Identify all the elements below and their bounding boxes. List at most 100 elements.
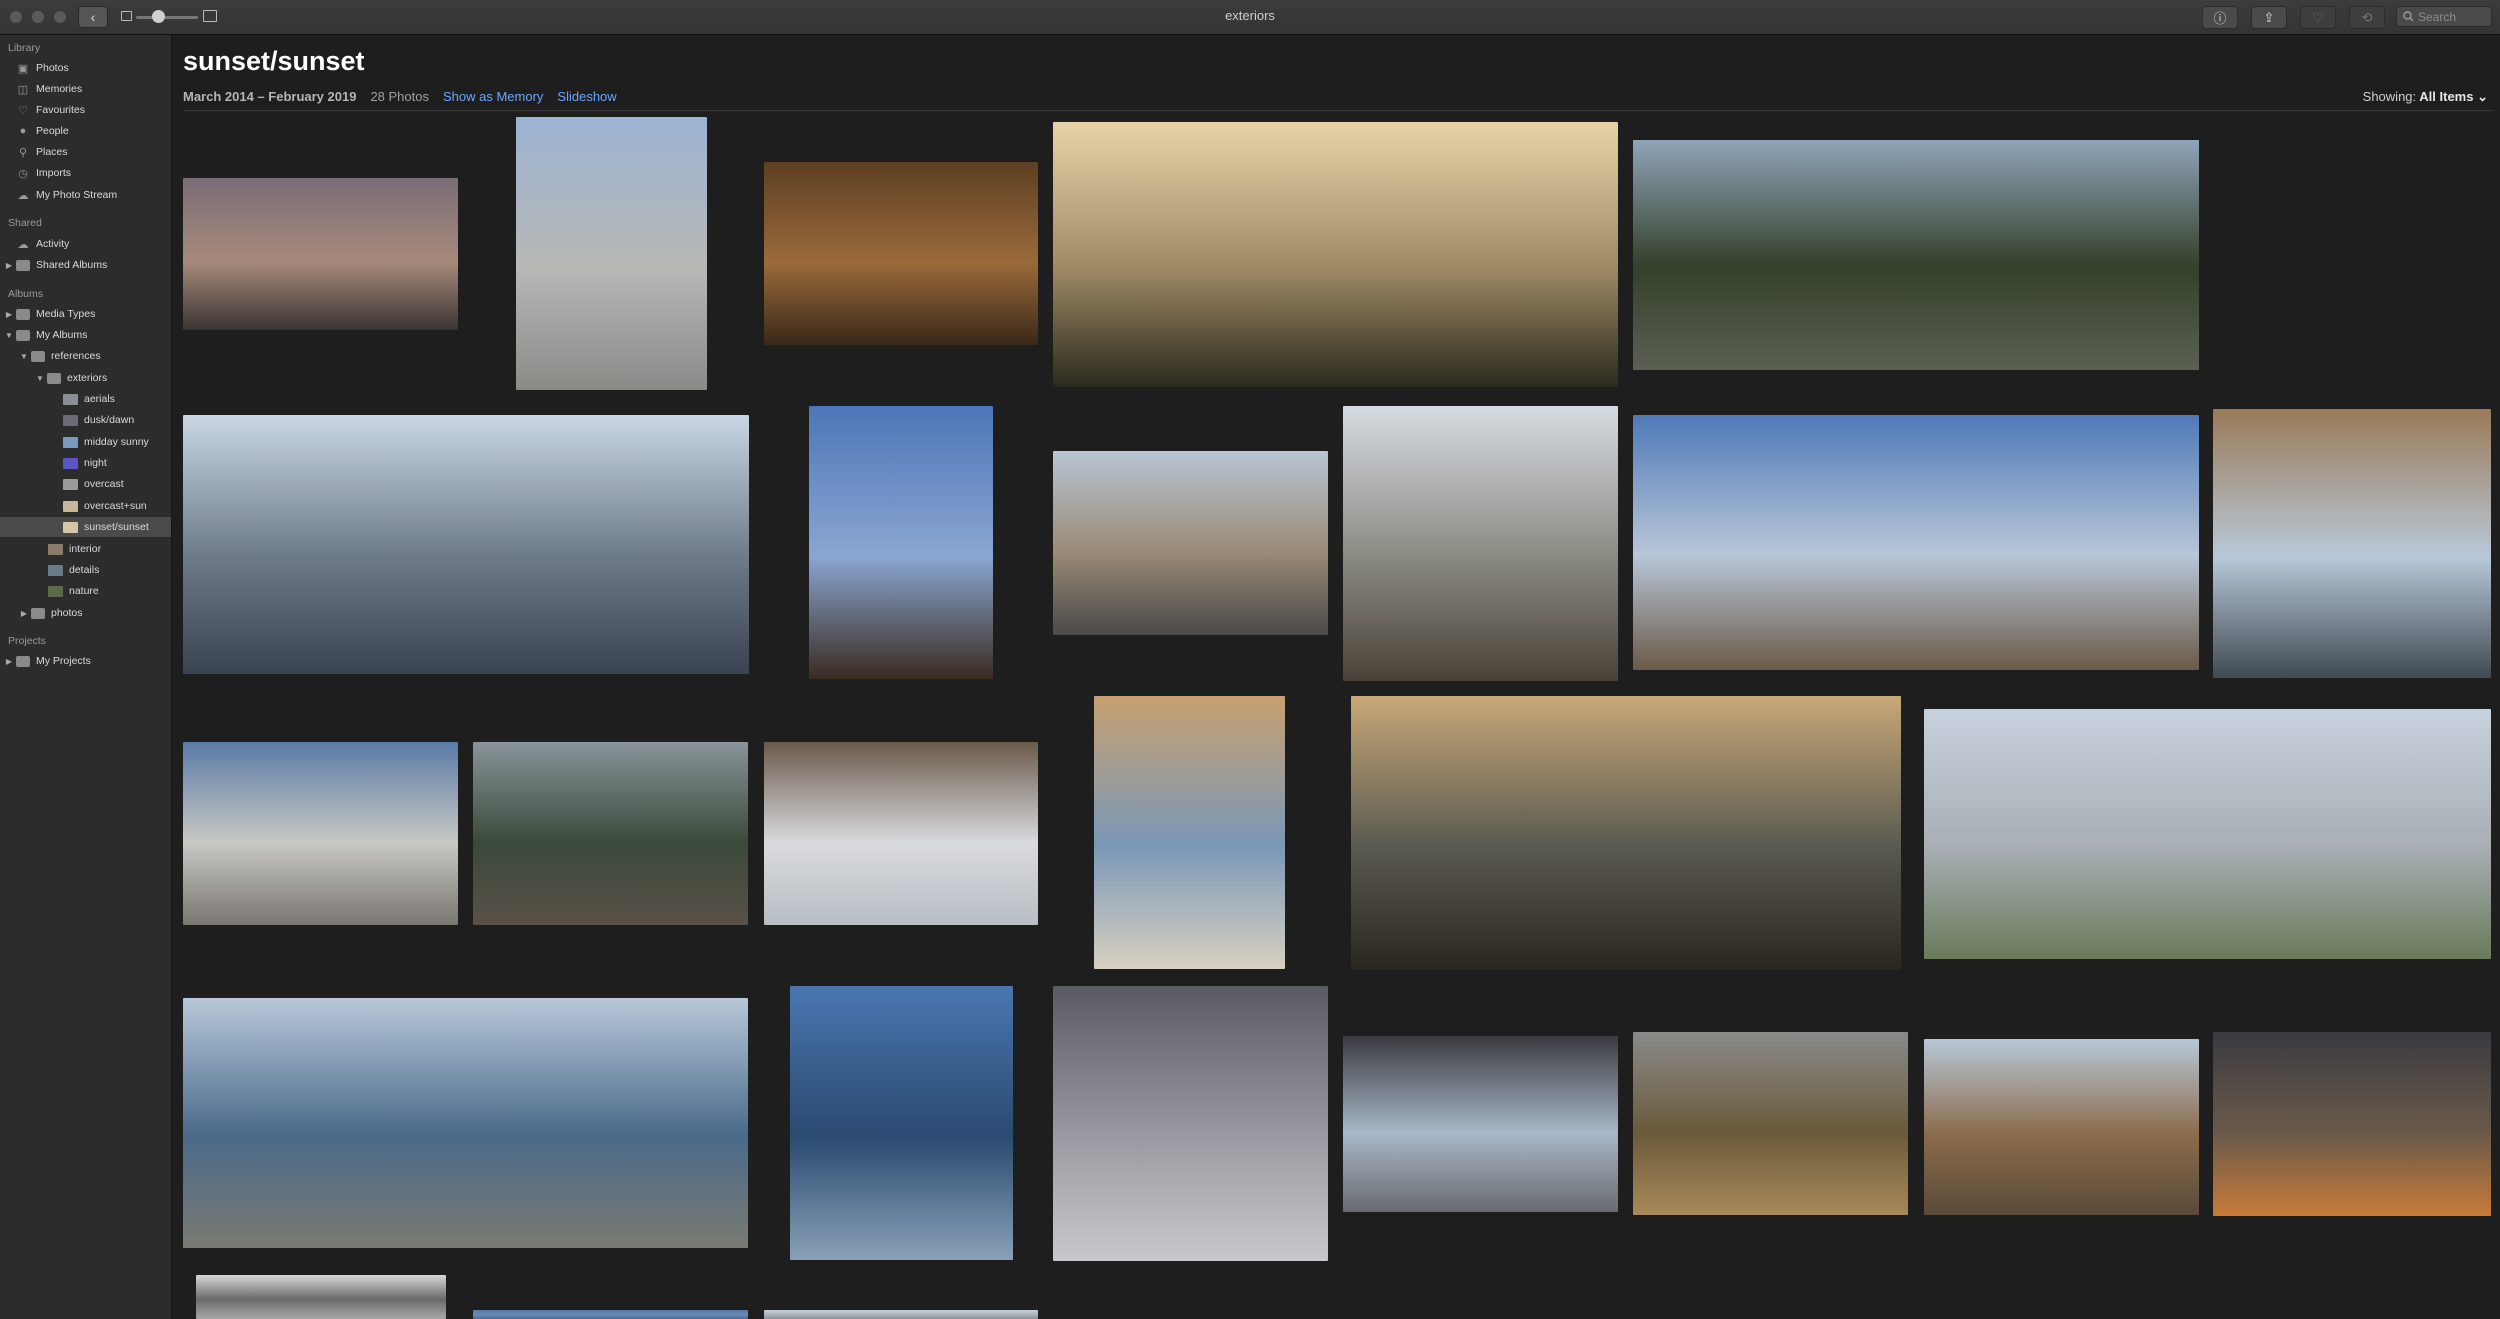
sidebar-item-night[interactable]: night [0, 453, 171, 473]
photo-thumbnail[interactable] [2213, 1032, 2491, 1216]
folder-icon [31, 350, 45, 362]
search-placeholder: Search [2418, 9, 2457, 24]
favorite-button[interactable]: ♡ [2300, 6, 2336, 29]
sidebar-item-media-types[interactable]: ▶ Media Types [0, 304, 171, 324]
disclosure-triangle-icon[interactable]: ▶ [5, 261, 13, 270]
slideshow-link[interactable]: Slideshow [557, 89, 616, 104]
photo-thumbnail[interactable] [1924, 709, 2491, 959]
photo-thumbnail[interactable] [1633, 415, 2199, 670]
photo-thumbnail[interactable] [1343, 1036, 1618, 1212]
sidebar-item-memories[interactable]: ◫ Memories [0, 79, 171, 99]
cloud-icon: ☁ [17, 189, 29, 202]
photo-thumbnail[interactable] [1343, 406, 1618, 681]
search-icon [2403, 11, 2414, 22]
library-header: Library [8, 42, 41, 54]
sidebar-item-overcast[interactable]: overcast [0, 474, 171, 494]
sidebar-item-sunset-sunset[interactable]: sunset/sunset [0, 517, 171, 537]
disclosure-triangle-icon[interactable]: ▶ [5, 310, 13, 319]
photo-thumbnail[interactable] [473, 742, 748, 925]
photo-thumbnail[interactable] [196, 1275, 446, 1319]
photo-thumbnail[interactable] [473, 1310, 748, 1319]
photo-thumbnail[interactable] [183, 178, 458, 330]
photo-thumbnail[interactable] [1094, 696, 1285, 969]
info-button[interactable]: ⓘ [2202, 6, 2238, 29]
disclosure-triangle-icon[interactable]: ▶ [20, 609, 28, 618]
photo-thumbnail[interactable] [516, 117, 707, 390]
photo-thumbnail[interactable] [1633, 1032, 1908, 1215]
sidebar-item-label: nature [69, 585, 99, 597]
sidebar-item-favourites[interactable]: ♡ Favourites [0, 100, 171, 120]
album-thumbnail [48, 564, 63, 576]
disclosure-triangle-icon[interactable]: ▶ [5, 657, 13, 666]
sidebar-item-my-albums[interactable]: ▼ My Albums [0, 325, 171, 345]
info-icon: ⓘ [2213, 11, 2227, 26]
photo-thumbnail[interactable] [764, 742, 1038, 925]
sidebar-item-imports[interactable]: ◷ Imports [0, 163, 171, 183]
sidebar-item-photos[interactable]: ▣ Photos [0, 58, 171, 78]
sidebar-item-activity[interactable]: ☁ Activity [0, 234, 171, 254]
photo-thumbnail[interactable] [183, 998, 748, 1248]
sidebar-item-label: references [51, 350, 101, 362]
photo-thumbnail[interactable] [1053, 451, 1328, 635]
sidebar-item-label: sunset/sunset [84, 521, 149, 533]
album-thumbnail [63, 457, 78, 469]
sidebar-item-label: interior [69, 543, 102, 555]
sidebar-item-my-photo-stream[interactable]: ☁ My Photo Stream [0, 185, 171, 205]
photo-thumbnail[interactable] [764, 1310, 1038, 1319]
sidebar-item-label: Photos [36, 62, 69, 74]
photo-thumbnail[interactable] [1053, 986, 1328, 1261]
photo-thumbnail[interactable] [790, 986, 1013, 1260]
cloud-icon: ☁ [17, 238, 29, 251]
showing-filter[interactable]: Showing: All Items ⌄ [2363, 89, 2488, 105]
showing-value: All Items [2419, 89, 2474, 104]
title-bar: ‹ exteriors ⓘ ⇪ ♡ ⟲ Search [0, 0, 2500, 35]
sidebar-item-midday-sunny[interactable]: midday sunny [0, 432, 171, 452]
share-icon: ⇪ [2263, 9, 2275, 25]
sidebar-item-photos-folder[interactable]: ▶ photos [0, 603, 171, 623]
album-thumbnail [63, 414, 78, 426]
folder-icon [31, 607, 45, 619]
photo-thumbnail[interactable] [809, 406, 993, 679]
sidebar-item-label: aerials [84, 393, 115, 405]
sidebar-item-overcast-sun[interactable]: overcast+sun [0, 496, 171, 516]
disclosure-triangle-icon[interactable]: ▼ [36, 374, 44, 383]
photo-thumbnail[interactable] [1633, 140, 2199, 370]
sidebar-item-label: Shared Albums [36, 259, 108, 271]
show-as-memory-link[interactable]: Show as Memory [443, 89, 543, 104]
sidebar-item-exteriors[interactable]: ▼ exteriors [0, 368, 171, 388]
clock-icon: ◷ [18, 167, 28, 180]
shared-header: Shared [8, 217, 42, 229]
album-thumbnail [48, 585, 63, 597]
sidebar-item-nature[interactable]: nature [0, 581, 171, 601]
rotate-button[interactable]: ⟲ [2349, 6, 2385, 29]
sidebar-item-shared-albums[interactable]: ▶ Shared Albums [0, 255, 171, 275]
photo-thumbnail[interactable] [1053, 122, 1618, 387]
photo-thumbnail[interactable] [1351, 696, 1901, 970]
sidebar-item-aerials[interactable]: aerials [0, 389, 171, 409]
photo-thumbnail[interactable] [764, 162, 1038, 345]
header-divider [183, 110, 2493, 111]
sidebar-item-people[interactable]: ● People [0, 121, 171, 141]
sidebar-item-references[interactable]: ▼ references [0, 346, 171, 366]
photo-thumbnail[interactable] [1924, 1039, 2199, 1215]
disclosure-triangle-icon[interactable]: ▼ [20, 352, 28, 361]
disclosure-triangle-icon[interactable]: ▼ [5, 331, 13, 340]
albums-header: Albums [8, 288, 44, 300]
search-field[interactable]: Search [2396, 6, 2492, 27]
photo-thumbnail[interactable] [183, 415, 749, 674]
photo-thumbnail[interactable] [2213, 409, 2491, 678]
sidebar-item-details[interactable]: details [0, 560, 171, 580]
photo-thumbnail[interactable] [183, 742, 458, 925]
showing-label: Showing: [2362, 89, 2417, 104]
share-button[interactable]: ⇪ [2251, 6, 2287, 29]
sidebar-item-label: dusk/dawn [84, 414, 135, 426]
sidebar-item-interior[interactable]: interior [0, 539, 171, 559]
sidebar-item-dusk-dawn[interactable]: dusk/dawn [0, 410, 171, 430]
album-thumbnail [63, 436, 78, 448]
sidebar-item-label: People [36, 125, 69, 137]
heart-icon: ♡ [2312, 9, 2324, 25]
sidebar-item-places[interactable]: ⚲ Places [0, 142, 171, 162]
sidebar-item-my-projects[interactable]: ▶ My Projects [0, 651, 171, 671]
page-title: sunset/sunset [183, 46, 365, 76]
sidebar-item-label: Memories [36, 83, 83, 95]
